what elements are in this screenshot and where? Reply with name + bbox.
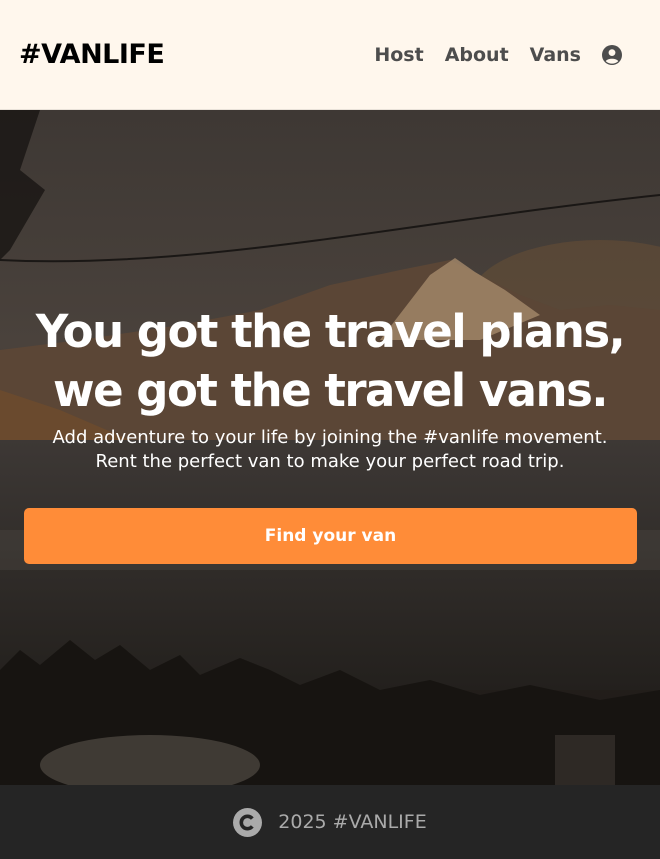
hero-section: You got the travel plans, we got the tra… bbox=[0, 110, 660, 785]
hero-headline-line1: You got the travel plans, bbox=[35, 305, 626, 358]
nav-link-vans[interactable]: Vans bbox=[530, 44, 581, 66]
hero-headline-line2: we got the travel vans. bbox=[53, 364, 608, 417]
main-nav: Host About Vans bbox=[353, 44, 622, 66]
site-header: #VANLIFE Host About Vans bbox=[0, 0, 660, 110]
hero-subtitle: Add adventure to your life by joining th… bbox=[0, 426, 660, 474]
site-logo[interactable]: #VANLIFE bbox=[19, 39, 165, 70]
user-circle-icon[interactable] bbox=[602, 44, 622, 65]
site-footer: 2025 #VANLIFE bbox=[0, 785, 660, 859]
copyright-icon bbox=[233, 807, 263, 837]
nav-link-host[interactable]: Host bbox=[374, 44, 423, 66]
nav-link-about[interactable]: About bbox=[445, 44, 509, 66]
hero-subtitle-line1: Add adventure to your life by joining th… bbox=[52, 427, 608, 448]
hero-headline: You got the travel plans, we got the tra… bbox=[20, 302, 640, 420]
footer-copyright-text: 2025 #VANLIFE bbox=[278, 811, 427, 833]
find-your-van-button[interactable]: Find your van bbox=[24, 508, 637, 564]
hero-subtitle-line2: Rent the perfect van to make your perfec… bbox=[95, 451, 565, 472]
hero-content: You got the travel plans, we got the tra… bbox=[0, 302, 660, 474]
